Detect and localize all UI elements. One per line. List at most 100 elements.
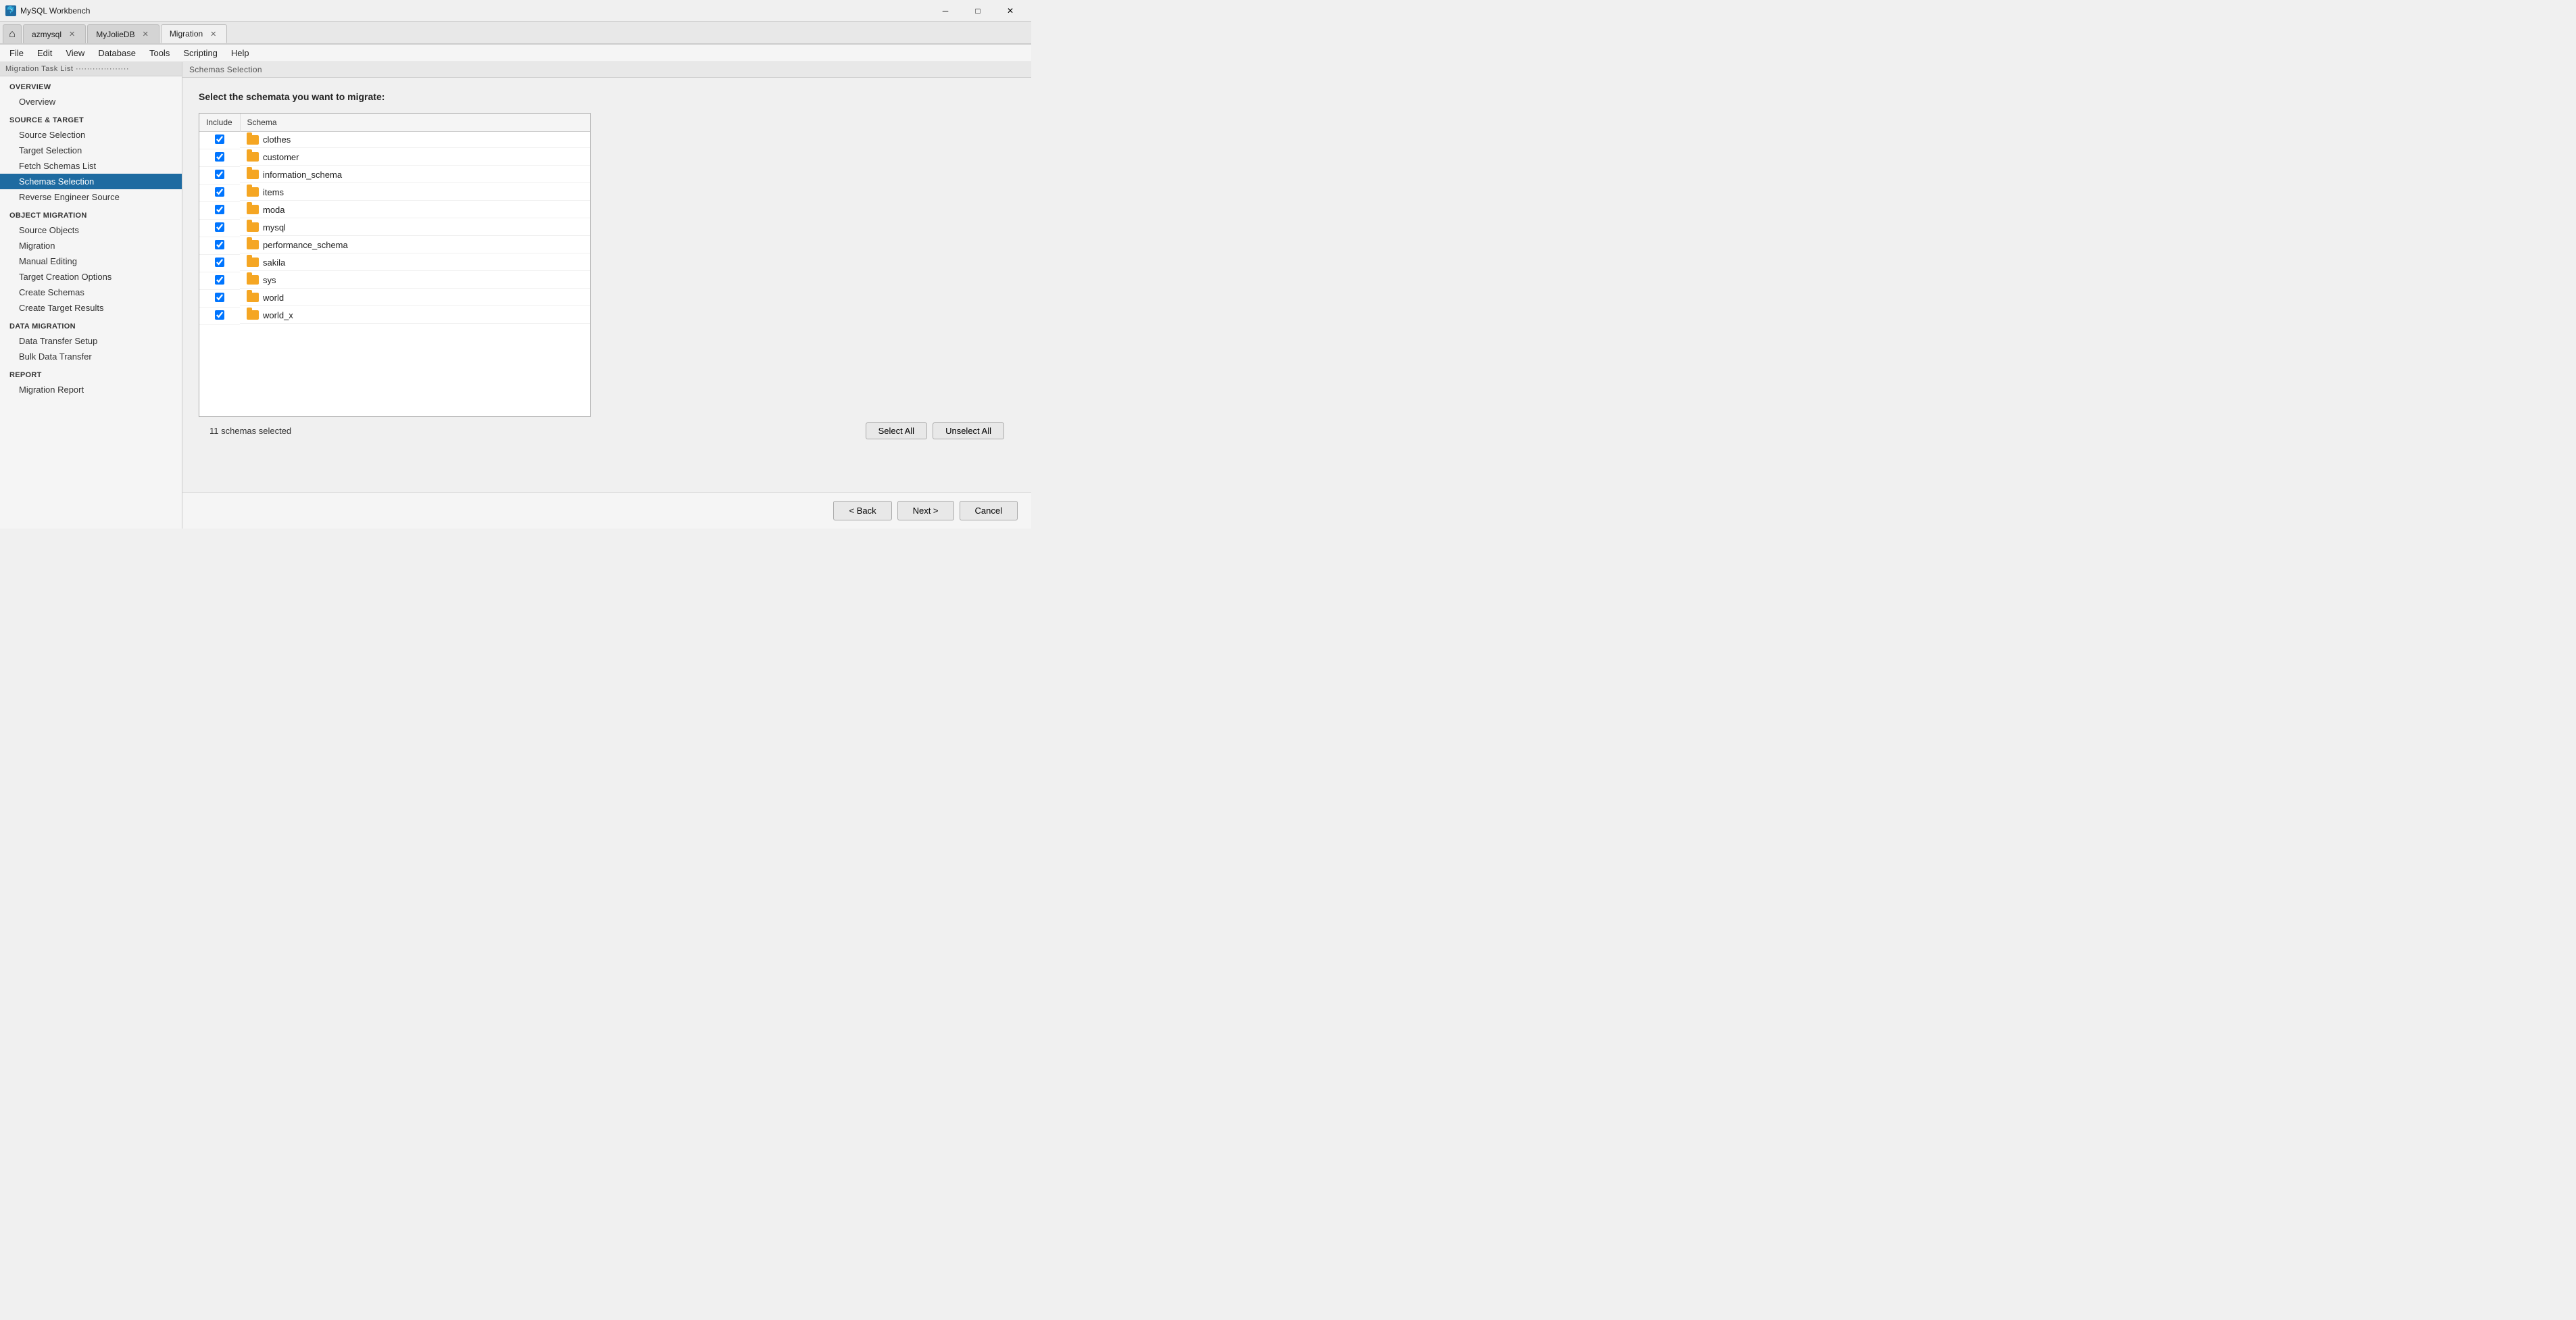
back-button[interactable]: < Back xyxy=(833,501,891,520)
cancel-button[interactable]: Cancel xyxy=(960,501,1018,520)
tab-migration-close[interactable]: ✕ xyxy=(208,29,218,39)
schema-name-label: clothes xyxy=(263,135,291,145)
check-cell xyxy=(199,308,240,325)
folder-icon xyxy=(247,222,259,232)
folder-icon xyxy=(247,152,259,162)
sidebar-item-target-selection[interactable]: Target Selection xyxy=(0,143,182,158)
check-cell xyxy=(199,132,240,149)
schema-name-label: sakila xyxy=(263,258,285,268)
folder-icon xyxy=(247,275,259,285)
menu-file[interactable]: File xyxy=(3,46,30,60)
schema-checkbox-customer[interactable] xyxy=(215,152,224,162)
table-row: performance_schema xyxy=(199,237,590,255)
tab-azmysql-label: azmysql xyxy=(32,30,61,39)
table-row: sys xyxy=(199,272,590,290)
sidebar-item-overview[interactable]: Overview xyxy=(0,94,182,109)
sidebar-item-bulk-data-transfer[interactable]: Bulk Data Transfer xyxy=(0,349,182,364)
schema-checkbox-moda[interactable] xyxy=(215,205,224,214)
select-all-button[interactable]: Select All xyxy=(866,422,927,439)
folder-icon xyxy=(247,205,259,214)
sidebar-section-report: REPORT xyxy=(0,364,182,382)
status-buttons: Select All Unselect All xyxy=(866,422,1004,439)
content-body: Select the schemata you want to migrate:… xyxy=(182,78,1031,492)
sidebar-item-reverse-engineer[interactable]: Reverse Engineer Source xyxy=(0,189,182,205)
tab-azmysql-close[interactable]: ✕ xyxy=(67,29,77,39)
tab-home[interactable]: ⌂ xyxy=(3,24,22,43)
schema-name-label: moda xyxy=(263,205,285,215)
sidebar-section-object-migration: OBJECT MIGRATION xyxy=(0,205,182,222)
menu-tools[interactable]: Tools xyxy=(143,46,176,60)
tab-migration[interactable]: Migration ✕ xyxy=(161,24,228,43)
table-row: world xyxy=(199,290,590,308)
check-cell xyxy=(199,220,240,237)
schema-checkbox-items[interactable] xyxy=(215,187,224,197)
unselect-all-button[interactable]: Unselect All xyxy=(933,422,1004,439)
close-button[interactable]: ✕ xyxy=(995,0,1026,22)
schema-name-label: sys xyxy=(263,275,276,285)
app-title: MySQL Workbench xyxy=(20,6,90,16)
menu-help[interactable]: Help xyxy=(224,46,256,60)
minimize-button[interactable]: ─ xyxy=(930,0,961,22)
schema-checkbox-mysql[interactable] xyxy=(215,222,224,232)
check-cell xyxy=(199,202,240,220)
app-icon: 🐬 xyxy=(5,5,16,16)
schema-name-label: information_schema xyxy=(263,170,342,180)
menu-scripting[interactable]: Scripting xyxy=(176,46,224,60)
status-bar: 11 schemas selected Select All Unselect … xyxy=(199,417,1015,445)
schema-checkbox-world_x[interactable] xyxy=(215,310,224,320)
schema-name-cell: world xyxy=(240,290,590,306)
sidebar-item-schemas-selection[interactable]: Schemas Selection xyxy=(0,174,182,189)
schema-checkbox-performance_schema[interactable] xyxy=(215,240,224,249)
tab-myjoliedb[interactable]: MyJolieDB ✕ xyxy=(87,24,159,43)
menu-view[interactable]: View xyxy=(59,46,91,60)
sidebar-item-source-selection[interactable]: Source Selection xyxy=(0,127,182,143)
sidebar-item-data-transfer-setup[interactable]: Data Transfer Setup xyxy=(0,333,182,349)
sidebar-item-target-creation-options[interactable]: Target Creation Options xyxy=(0,269,182,285)
folder-icon xyxy=(247,258,259,267)
maximize-button[interactable]: □ xyxy=(962,0,993,22)
sidebar-item-fetch-schemas[interactable]: Fetch Schemas List xyxy=(0,158,182,174)
schema-name-cell: information_schema xyxy=(240,167,590,183)
schema-checkbox-sakila[interactable] xyxy=(215,258,224,267)
schema-checkbox-world[interactable] xyxy=(215,293,224,302)
schema-checkbox-sys[interactable] xyxy=(215,275,224,285)
table-row: moda xyxy=(199,202,590,220)
folder-icon xyxy=(247,135,259,145)
table-row: clothes xyxy=(199,132,590,149)
table-row: items xyxy=(199,185,590,202)
schema-table-wrapper: Include Schema clothescustomerinformatio… xyxy=(199,113,591,417)
check-cell xyxy=(199,272,240,290)
folder-icon xyxy=(247,187,259,197)
schema-checkbox-clothes[interactable] xyxy=(215,135,224,144)
tab-migration-label: Migration xyxy=(170,29,203,39)
folder-icon xyxy=(247,293,259,302)
check-cell xyxy=(199,290,240,308)
schema-name-cell: mysql xyxy=(240,220,590,236)
schema-name-label: performance_schema xyxy=(263,240,348,250)
check-cell xyxy=(199,149,240,167)
sidebar-item-migration[interactable]: Migration xyxy=(0,238,182,253)
menu-database[interactable]: Database xyxy=(91,46,143,60)
sidebar: Migration Task List ··················· … xyxy=(0,62,182,529)
schema-name-cell: customer xyxy=(240,149,590,166)
sidebar-item-create-schemas[interactable]: Create Schemas xyxy=(0,285,182,300)
sidebar-item-create-target-results[interactable]: Create Target Results xyxy=(0,300,182,316)
next-button[interactable]: Next > xyxy=(897,501,954,520)
schema-name-label: world_x xyxy=(263,310,293,320)
sidebar-section-overview: OVERVIEW xyxy=(0,76,182,94)
schema-checkbox-information_schema[interactable] xyxy=(215,170,224,179)
table-row: world_x xyxy=(199,308,590,325)
sidebar-item-source-objects[interactable]: Source Objects xyxy=(0,222,182,238)
col-schema: Schema xyxy=(240,114,590,132)
schema-name-label: world xyxy=(263,293,284,303)
schema-name-label: items xyxy=(263,187,284,197)
sidebar-item-manual-editing[interactable]: Manual Editing xyxy=(0,253,182,269)
main-layout: Migration Task List ··················· … xyxy=(0,62,1031,529)
tab-myjoliedb-label: MyJolieDB xyxy=(96,30,134,39)
schema-name-cell: clothes xyxy=(240,132,590,148)
sidebar-item-migration-report[interactable]: Migration Report xyxy=(0,382,182,397)
menu-edit[interactable]: Edit xyxy=(30,46,59,60)
tab-myjoliedb-close[interactable]: ✕ xyxy=(141,29,151,39)
folder-icon xyxy=(247,170,259,179)
tab-azmysql[interactable]: azmysql ✕ xyxy=(23,24,86,43)
